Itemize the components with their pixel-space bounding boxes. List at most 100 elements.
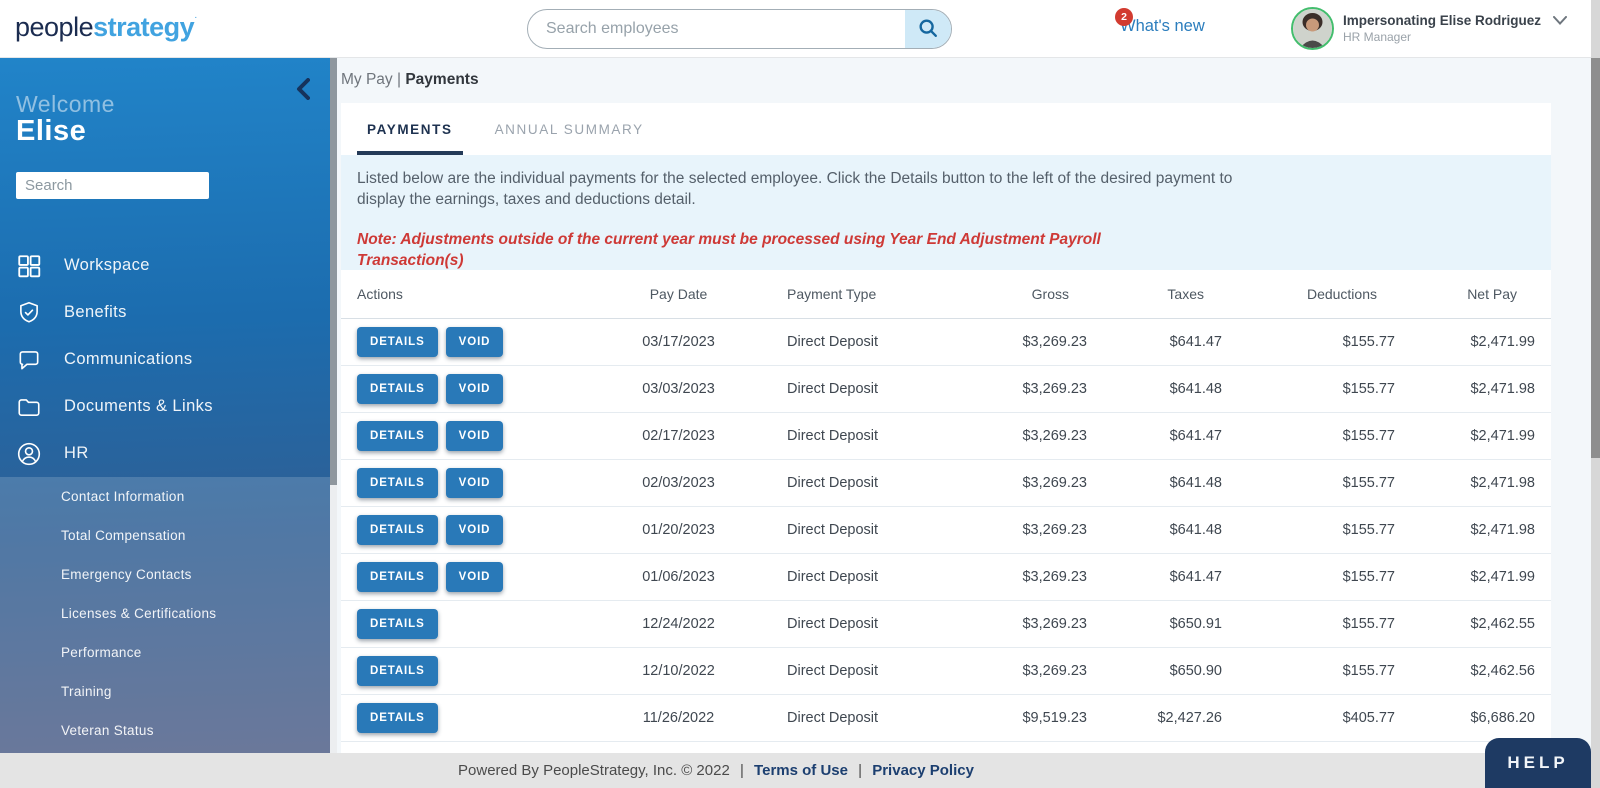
details-button[interactable]: DETAILS: [357, 374, 438, 404]
employee-search-input[interactable]: [528, 10, 905, 48]
folder-icon: [16, 393, 43, 420]
pay-date-cell: 12/10/2022: [606, 647, 751, 694]
footer-powered-by: Powered By PeopleStrategy, Inc. © 2022: [458, 762, 730, 779]
pay-date-cell: 02/17/2023: [606, 412, 751, 459]
gross-cell: $3,269.23: [946, 318, 1087, 365]
gross-cell: $3,269.23: [946, 412, 1087, 459]
taxes-cell: $650.91: [1087, 600, 1222, 647]
grid-icon: [16, 252, 43, 279]
table-row: DETAILSVOID01/06/2023Direct Deposit$3,26…: [341, 553, 1551, 600]
details-button[interactable]: DETAILS: [357, 515, 438, 545]
net-pay-cell: $2,471.98: [1395, 459, 1551, 506]
payments-table-body: DETAILSVOID03/17/2023Direct Deposit$3,26…: [341, 318, 1551, 741]
tab-payments[interactable]: PAYMENTS: [357, 103, 463, 155]
table-row: DETAILS12/24/2022Direct Deposit$3,269.23…: [341, 600, 1551, 647]
employee-search-button[interactable]: [905, 10, 951, 48]
sidebar-item-communications[interactable]: Communications: [0, 336, 330, 383]
taxes-cell: $641.47: [1087, 318, 1222, 365]
sidebar-item-benefits[interactable]: Benefits: [0, 289, 330, 336]
payment-type-cell: Direct Deposit: [751, 318, 946, 365]
column-header-pay-date: Pay Date: [606, 270, 751, 318]
details-button[interactable]: DETAILS: [357, 656, 438, 686]
pay-date-cell: 12/24/2022: [606, 600, 751, 647]
taxes-cell: $641.47: [1087, 553, 1222, 600]
deductions-cell: $405.77: [1222, 694, 1395, 741]
sidebar-search-input[interactable]: [16, 172, 209, 199]
deductions-cell: $155.77: [1222, 459, 1395, 506]
void-button[interactable]: VOID: [446, 562, 504, 592]
table-row: DETAILSVOID03/03/2023Direct Deposit$3,26…: [341, 365, 1551, 412]
welcome-label: Welcome: [16, 91, 115, 118]
deductions-cell: $155.77: [1222, 647, 1395, 694]
details-button[interactable]: DETAILS: [357, 609, 438, 639]
logo-part1: people: [15, 12, 93, 42]
payment-type-cell: Direct Deposit: [751, 694, 946, 741]
details-button[interactable]: DETAILS: [357, 421, 438, 451]
actions-cell: DETAILS VOID: [341, 365, 606, 412]
peoplestrategy-logo[interactable]: peoplestrategy·: [15, 12, 197, 43]
tab-annual-summary[interactable]: ANNUAL SUMMARY: [485, 103, 654, 155]
sidebar-scrollbar[interactable]: [330, 58, 337, 753]
hr-submenu: Contact Information Total Compensation E…: [0, 477, 330, 753]
terms-of-use-link[interactable]: Terms of Use: [754, 762, 848, 779]
payment-type-cell: Direct Deposit: [751, 412, 946, 459]
details-button[interactable]: DETAILS: [357, 703, 438, 733]
net-pay-cell: $2,471.99: [1395, 553, 1551, 600]
details-button[interactable]: DETAILS: [357, 468, 438, 498]
table-row: DETAILSVOID02/03/2023Direct Deposit$3,26…: [341, 459, 1551, 506]
sidebar-item-documents-links[interactable]: Documents & Links: [0, 383, 330, 430]
main-content: My Pay | Payments PAYMENTS ANNUAL SUMMAR…: [337, 58, 1590, 753]
taxes-cell: $641.48: [1087, 506, 1222, 553]
taxes-cell: $641.47: [1087, 412, 1222, 459]
column-header-gross: Gross: [946, 270, 1087, 318]
sidebar-scrollbar-thumb[interactable]: [330, 58, 337, 485]
whats-new-badge: 2: [1115, 8, 1133, 26]
payment-type-cell: Direct Deposit: [751, 506, 946, 553]
payment-type-cell: Direct Deposit: [751, 553, 946, 600]
pay-date-cell: 03/17/2023: [606, 318, 751, 365]
sidebar-collapse-button[interactable]: [296, 78, 310, 105]
void-button[interactable]: VOID: [446, 468, 504, 498]
actions-cell: DETAILS: [341, 600, 606, 647]
actions-cell: DETAILS: [341, 647, 606, 694]
column-header-net-pay: Net Pay: [1395, 270, 1551, 318]
sidebar-subitem-licenses-certifications[interactable]: Licenses & Certifications: [0, 594, 330, 633]
net-pay-cell: $2,462.55: [1395, 600, 1551, 647]
sidebar-subitem-training[interactable]: Training: [0, 672, 330, 711]
privacy-policy-link[interactable]: Privacy Policy: [872, 762, 974, 779]
breadcrumb-page: Payments: [405, 71, 478, 88]
chevron-down-icon: [1553, 13, 1567, 28]
actions-cell: DETAILS: [341, 694, 606, 741]
sidebar-subitem-emergency-contacts[interactable]: Emergency Contacts: [0, 555, 330, 594]
breadcrumb-section[interactable]: My Pay: [341, 71, 393, 88]
user-menu[interactable]: Impersonating Elise Rodriguez HR Manager: [1291, 7, 1567, 50]
actions-cell: DETAILS VOID: [341, 506, 606, 553]
taxes-cell: $641.48: [1087, 459, 1222, 506]
sidebar-item-workspace[interactable]: Workspace: [0, 242, 330, 289]
void-button[interactable]: VOID: [446, 327, 504, 357]
sidebar-subitem-total-compensation[interactable]: Total Compensation: [0, 516, 330, 555]
pay-date-cell: 03/03/2023: [606, 365, 751, 412]
taxes-cell: $650.90: [1087, 647, 1222, 694]
void-button[interactable]: VOID: [446, 374, 504, 404]
void-button[interactable]: VOID: [446, 515, 504, 545]
details-button[interactable]: DETAILS: [357, 562, 438, 592]
gross-cell: $3,269.23: [946, 647, 1087, 694]
table-row: DETAILS VOID 03/17/2023Direct Deposit$3,26…: [341, 318, 1551, 365]
whats-new-link[interactable]: What's new: [1120, 17, 1205, 36]
sidebar-subitem-contact-information[interactable]: Contact Information: [0, 477, 330, 516]
actions-cell: DETAILS VOID: [341, 318, 606, 365]
sidebar-subitem-performance[interactable]: Performance: [0, 633, 330, 672]
chat-bubble-icon: [16, 346, 43, 373]
payments-table: Actions Pay Date Payment Type Gross Taxe…: [341, 270, 1551, 742]
employee-search: [527, 9, 952, 49]
page-scrollbar-thumb[interactable]: [1591, 58, 1600, 458]
search-icon: [917, 17, 939, 42]
details-button[interactable]: DETAILS: [357, 327, 438, 357]
app-window: peoplestrategy· 2 What's new: [0, 0, 1600, 788]
sidebar-subitem-veteran-status[interactable]: Veteran Status: [0, 711, 330, 750]
sidebar-item-hr[interactable]: HR: [0, 430, 330, 477]
help-button[interactable]: HELP: [1485, 738, 1591, 788]
void-button[interactable]: VOID: [446, 421, 504, 451]
page-scrollbar[interactable]: [1591, 0, 1600, 788]
